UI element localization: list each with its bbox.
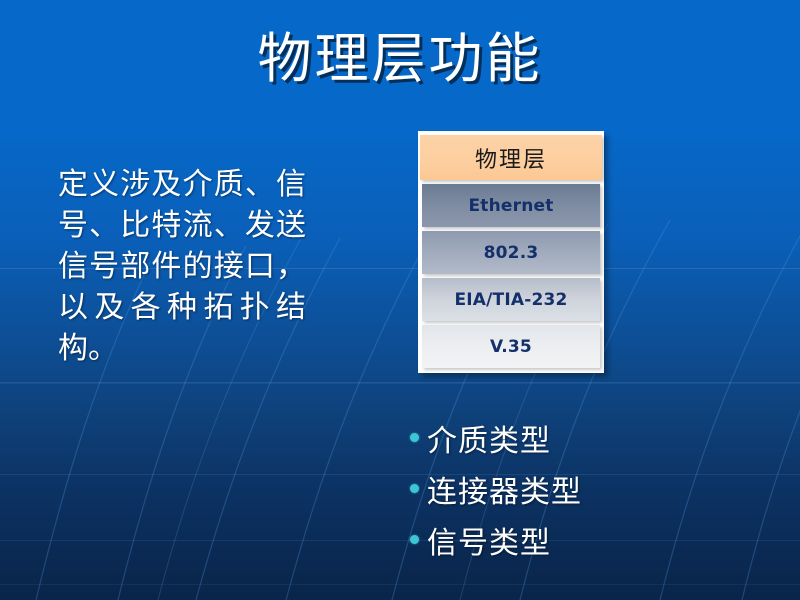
stack-row-physical-layer: 物理层 [420,135,602,180]
bullet-label: 介质类型 [427,423,551,459]
stack-row-v-35: V.35 [422,325,600,368]
page-title: 物理层功能 [257,27,543,90]
slide-canvas: 物理层功能 定义涉及介质、信号、比特流、发送信号部件的接口，以及各种拓扑结构。 … [0,0,800,600]
stack-row-ethernet: Ethernet [422,184,600,227]
stack-row-802-3: 802.3 [422,231,600,274]
bullet-list: 介质类型 连接器类型 信号类型 [410,412,770,565]
body-paragraph: 定义涉及介质、信号、比特流、发送信号部件的接口，以及各种拓扑结构。 [58,167,306,366]
bullet-label: 连接器类型 [427,474,582,510]
bullet-item-connector-type: 连接器类型 [410,463,770,514]
bullet-item-media-type: 介质类型 [410,412,770,463]
bullet-dot-icon [410,433,419,442]
bullet-dot-icon [410,484,419,493]
bullet-item-signal-type: 信号类型 [410,514,770,565]
bullet-label: 信号类型 [427,525,551,561]
protocol-stack-diagram: 物理层 Ethernet 802.3 EIA/TIA-232 V.35 [418,131,604,373]
bullet-dot-icon [410,535,419,544]
stack-row-eia-tia-232: EIA/TIA-232 [422,278,600,321]
